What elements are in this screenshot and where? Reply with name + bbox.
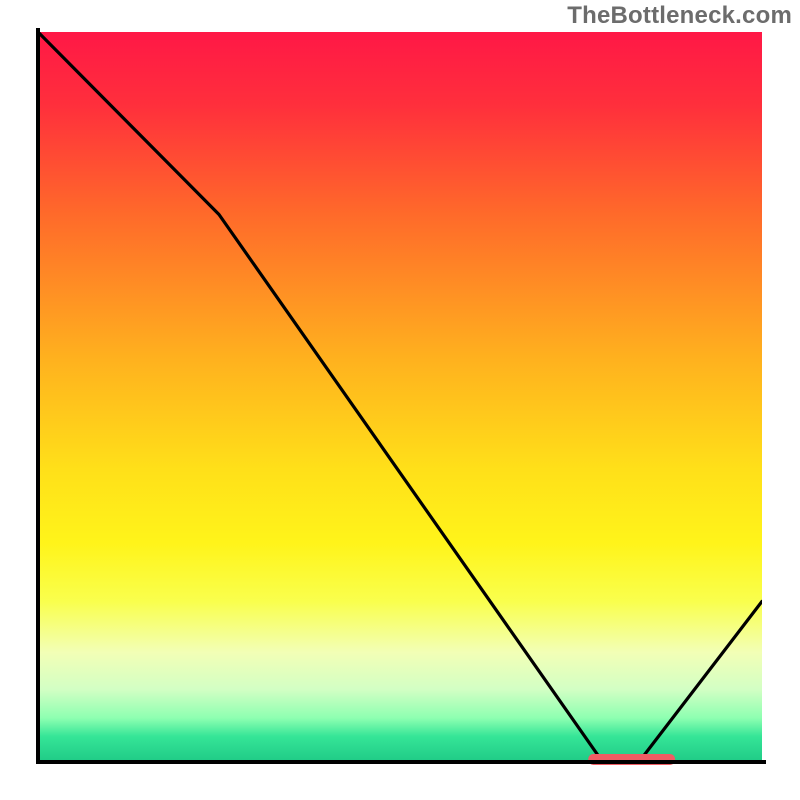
watermark-text: TheBottleneck.com (567, 2, 792, 30)
bottleneck-chart (0, 0, 800, 800)
chart-stage: TheBottleneck.com (0, 0, 800, 800)
